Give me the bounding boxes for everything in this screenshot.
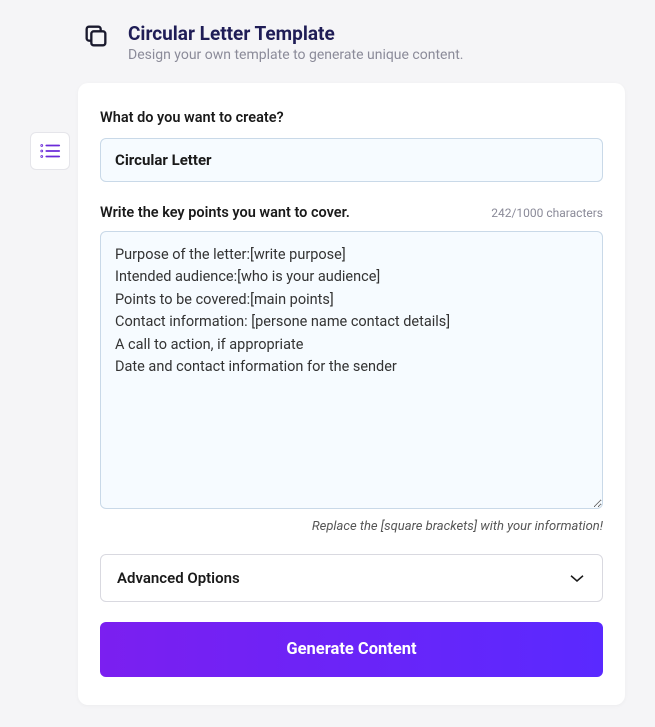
chevron-down-icon [568,572,586,584]
advanced-options-toggle[interactable]: Advanced Options [100,554,603,602]
form-card: What do you want to create? Write the ke… [78,83,625,705]
create-input[interactable] [100,138,603,182]
list-icon [39,142,61,160]
copy-icon [82,22,110,54]
page-subtitle: Design your own template to generate uni… [128,47,463,63]
advanced-options-label: Advanced Options [117,569,240,587]
keypoints-label: Write the key points you want to cover. [100,204,350,221]
char-counter: 242/1000 characters [491,206,603,220]
keypoints-textarea[interactable] [100,231,603,509]
generate-button[interactable]: Generate Content [100,622,603,677]
page-title: Circular Letter Template [128,22,463,45]
create-label: What do you want to create? [100,109,603,126]
keypoints-hint: Replace the [square brackets] with your … [100,519,603,534]
page-header: Circular Letter Template Design your own… [0,0,655,63]
sidebar-toggle[interactable] [30,132,70,170]
